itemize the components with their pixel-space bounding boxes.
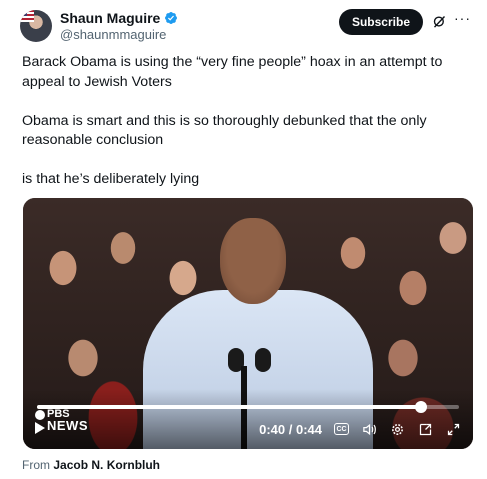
video-time: 0:40 / 0:44 [259, 421, 322, 437]
video-progress-fill [37, 405, 422, 409]
video-progress-bar[interactable] [37, 401, 459, 413]
fullscreen-icon[interactable] [445, 421, 461, 437]
video-controls: 0:40 / 0:44 CC [259, 421, 461, 437]
video-scrubber-handle[interactable] [415, 401, 428, 413]
more-icon[interactable]: ··· [454, 10, 471, 26]
verified-badge-icon [165, 12, 178, 24]
author-handle[interactable]: @shaunmmaguire [60, 27, 166, 42]
author-display-name[interactable]: Shaun Maguire [60, 10, 160, 26]
subscribe-button[interactable]: Subscribe [338, 9, 423, 35]
speaker-head [220, 218, 286, 304]
tweet-header: Shaun Maguire @shaunmmaguire Subscribe ·… [20, 8, 477, 44]
source-name-link[interactable]: Jacob N. Kornbluh [53, 458, 160, 472]
settings-icon[interactable] [389, 421, 405, 437]
video-source: From Jacob N. Kornbluh [22, 458, 160, 472]
controls-shade [23, 389, 473, 449]
video-player[interactable]: PBS NEWS 0:40 / 0:44 CC [23, 198, 473, 449]
cc-icon[interactable]: CC [334, 423, 349, 435]
avatar[interactable] [20, 10, 52, 42]
source-prefix: From [22, 458, 50, 472]
picture-in-picture-icon[interactable] [417, 421, 433, 437]
author-name-row: Shaun Maguire [60, 10, 178, 26]
tweet-paragraph: is that he’s deliberately lying [22, 171, 200, 187]
play-icon[interactable] [35, 422, 45, 434]
grok-icon[interactable] [432, 14, 447, 29]
tweet-text: Barack Obama is using the “very fine peo… [22, 53, 462, 209]
tweet-paragraph: Barack Obama is using the “very fine peo… [22, 54, 443, 90]
volume-icon[interactable] [361, 421, 377, 437]
tweet-paragraph: Obama is smart and this is so thoroughly… [22, 112, 427, 149]
flag-icon [20, 10, 34, 22]
microphone [255, 348, 271, 372]
